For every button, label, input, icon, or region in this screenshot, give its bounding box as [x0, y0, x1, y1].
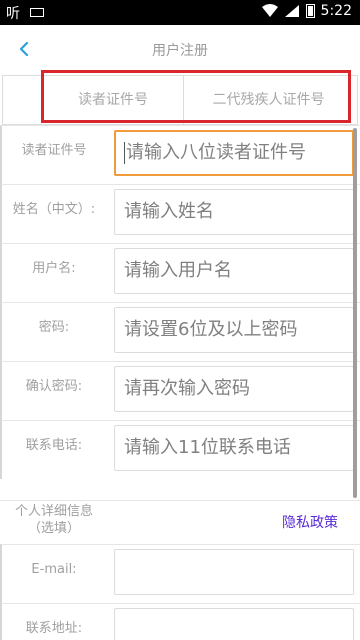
- phone-placeholder: 请输入11位联系电话: [124, 437, 291, 458]
- confirm-password-label: 确认密码:: [25, 379, 83, 394]
- username-label: 用户名:: [32, 261, 76, 276]
- form-row-confirm-password: 确认密码: 请再次输入密码: [0, 361, 360, 420]
- id-type-tabs: 读者证件号 二代残疾人证件号: [2, 75, 358, 125]
- name-input[interactable]: 请输入姓名: [114, 189, 354, 235]
- email-input[interactable]: [114, 549, 354, 595]
- form-row-reader-id: 读者证件号 请输入八位读者证件号: [0, 125, 360, 184]
- password-label: 密码:: [38, 320, 70, 335]
- reader-id-input[interactable]: 请输入八位读者证件号: [114, 130, 354, 176]
- reader-id-label: 读者证件号: [21, 143, 87, 158]
- status-app-indicator: 听: [6, 6, 20, 22]
- address-label: 联系地址:: [25, 621, 83, 636]
- form-row-phone: 联系电话: 请输入11位联系电话: [0, 420, 360, 479]
- password-placeholder: 请设置6位及以上密码: [124, 319, 298, 340]
- keyboard-icon: [30, 8, 44, 17]
- confirm-password-input[interactable]: 请再次输入密码: [114, 366, 354, 412]
- phone-label: 联系电话:: [25, 438, 83, 453]
- username-placeholder: 请输入用户名: [124, 260, 232, 281]
- name-label: 姓名（中文）:: [12, 202, 96, 217]
- page-title: 用户注册: [152, 43, 208, 59]
- address-input[interactable]: [114, 608, 354, 640]
- text-cursor: [124, 142, 125, 164]
- status-right: 5:22: [261, 3, 352, 19]
- battery-icon: [305, 4, 315, 18]
- username-input[interactable]: 请输入用户名: [114, 248, 354, 294]
- form-row-address: 联系地址:: [0, 603, 360, 640]
- email-label: E-mail:: [31, 562, 77, 577]
- status-time: 5:22: [320, 3, 352, 19]
- personal-details-title: 个人详细信息（选填）: [14, 504, 93, 536]
- name-placeholder: 请输入姓名: [124, 201, 214, 222]
- personal-details-section: 个人详细信息（选填） 隐私政策: [0, 500, 360, 544]
- signal-icon: [284, 5, 299, 17]
- phone-input[interactable]: 请输入11位联系电话: [114, 425, 354, 471]
- tab-reader-id[interactable]: 读者证件号: [43, 76, 183, 124]
- app-bar: 用户注册: [0, 25, 360, 75]
- form-row-name: 姓名（中文）: 请输入姓名: [0, 184, 360, 243]
- scrollbar[interactable]: [353, 128, 357, 498]
- status-bar: 听 5:22: [0, 0, 360, 25]
- form-row-password: 密码: 请设置6位及以上密码: [0, 302, 360, 361]
- reader-id-placeholder: 请输入八位读者证件号: [126, 142, 306, 163]
- wifi-icon: [261, 4, 278, 17]
- privacy-policy-link[interactable]: 隐私政策: [282, 512, 338, 532]
- tab-disability-id[interactable]: 二代残疾人证件号: [183, 76, 353, 124]
- form-row-username: 用户名: 请输入用户名: [0, 243, 360, 302]
- confirm-password-placeholder: 请再次输入密码: [124, 378, 250, 399]
- form-row-email: E-mail:: [0, 544, 360, 603]
- password-input[interactable]: 请设置6位及以上密码: [114, 307, 354, 353]
